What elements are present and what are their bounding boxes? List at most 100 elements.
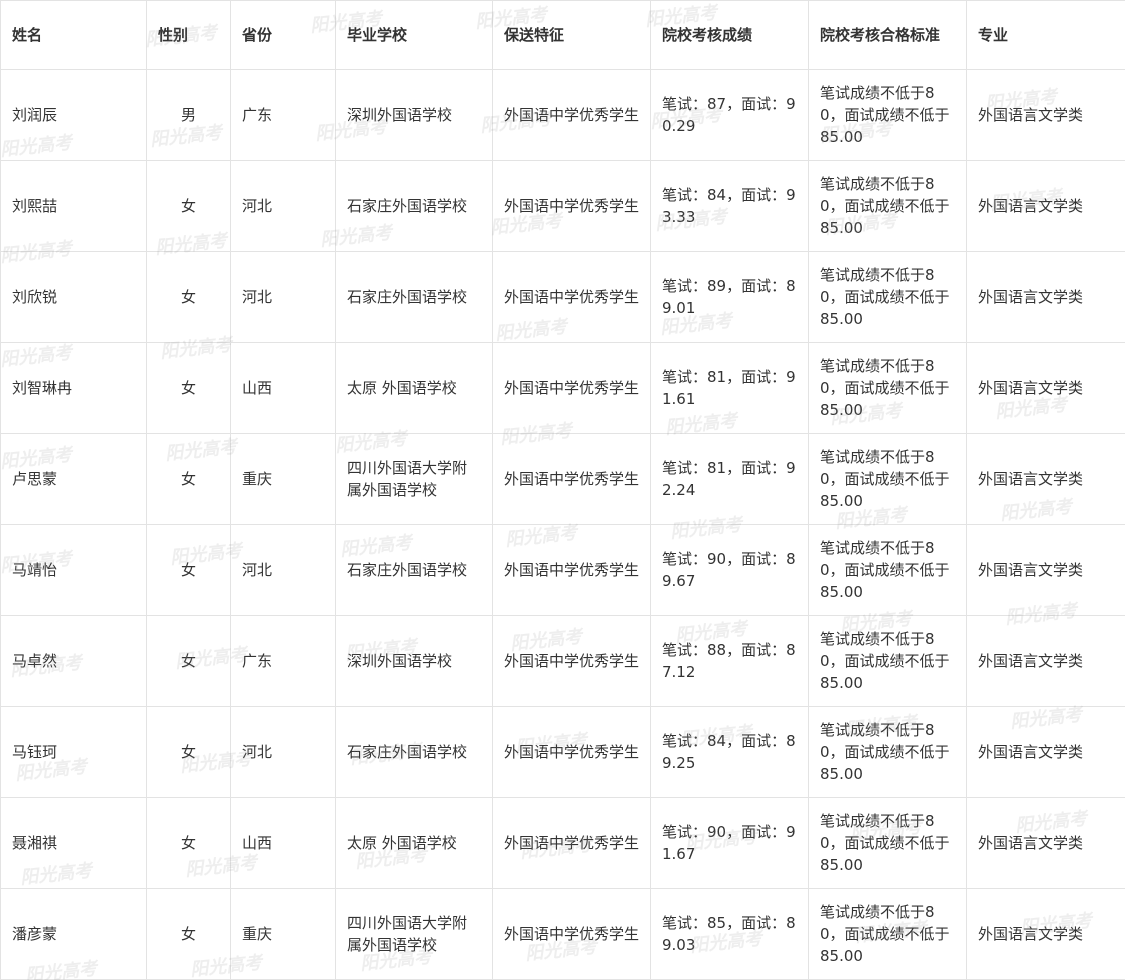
cell-province: 河北 <box>230 251 336 343</box>
cell-name: 刘润辰 <box>0 69 147 161</box>
cell-recommendation-type: 外国语中学优秀学生 <box>492 160 651 252</box>
cell-recommendation-type: 外国语中学优秀学生 <box>492 615 651 707</box>
cell-gender: 女 <box>146 888 231 980</box>
table-row: 马靖怡 女 河北 石家庄外国语学校 外国语中学优秀学生 笔试：90，面试：89.… <box>0 524 1125 616</box>
cell-major: 外国语言文学类 <box>966 251 1125 343</box>
cell-major: 外国语言文学类 <box>966 615 1125 707</box>
cell-major: 外国语言文学类 <box>966 524 1125 616</box>
cell-school: 深圳外国语学校 <box>335 69 493 161</box>
cell-assessment-score: 笔试：81，面试：92.24 <box>650 433 809 525</box>
header-pass-standard: 院校考核合格标准 <box>808 0 967 70</box>
cell-school: 四川外国语大学附属外国语学校 <box>335 433 493 525</box>
cell-major: 外国语言文学类 <box>966 342 1125 434</box>
cell-assessment-score: 笔试：81，面试：91.61 <box>650 342 809 434</box>
cell-school: 石家庄外国语学校 <box>335 160 493 252</box>
table-row: 刘欣锐 女 河北 石家庄外国语学校 外国语中学优秀学生 笔试：89，面试：89.… <box>0 251 1125 343</box>
header-school: 毕业学校 <box>335 0 493 70</box>
cell-province: 河北 <box>230 706 336 798</box>
cell-province: 山西 <box>230 342 336 434</box>
cell-major: 外国语言文学类 <box>966 706 1125 798</box>
cell-gender: 女 <box>146 160 231 252</box>
cell-pass-standard: 笔试成绩不低于80，面试成绩不低于85.00 <box>808 69 967 161</box>
table-row: 潘彦蒙 女 重庆 四川外国语大学附属外国语学校 外国语中学优秀学生 笔试：85，… <box>0 888 1125 980</box>
cell-recommendation-type: 外国语中学优秀学生 <box>492 69 651 161</box>
admission-roster-table: 姓名 性别 省份 毕业学校 保送特征 院校考核成绩 院校考核合格标准 专业 刘润… <box>0 0 1125 980</box>
cell-recommendation-type: 外国语中学优秀学生 <box>492 524 651 616</box>
cell-name: 潘彦蒙 <box>0 888 147 980</box>
cell-pass-standard: 笔试成绩不低于80，面试成绩不低于85.00 <box>808 433 967 525</box>
cell-major: 外国语言文学类 <box>966 69 1125 161</box>
cell-major: 外国语言文学类 <box>966 797 1125 889</box>
cell-gender: 女 <box>146 797 231 889</box>
cell-major: 外国语言文学类 <box>966 433 1125 525</box>
cell-assessment-score: 笔试：89，面试：89.01 <box>650 251 809 343</box>
cell-assessment-score: 笔试：88，面试：87.12 <box>650 615 809 707</box>
table-row: 马卓然 女 广东 深圳外国语学校 外国语中学优秀学生 笔试：88，面试：87.1… <box>0 615 1125 707</box>
cell-name: 聂湘祺 <box>0 797 147 889</box>
cell-name: 卢思蒙 <box>0 433 147 525</box>
cell-school: 石家庄外国语学校 <box>335 706 493 798</box>
cell-province: 重庆 <box>230 888 336 980</box>
cell-province: 河北 <box>230 160 336 252</box>
cell-recommendation-type: 外国语中学优秀学生 <box>492 888 651 980</box>
cell-assessment-score: 笔试：85，面试：89.03 <box>650 888 809 980</box>
header-gender: 性别 <box>146 0 231 70</box>
cell-school: 太原 外国语学校 <box>335 342 493 434</box>
cell-recommendation-type: 外国语中学优秀学生 <box>492 706 651 798</box>
cell-recommendation-type: 外国语中学优秀学生 <box>492 433 651 525</box>
cell-gender: 女 <box>146 251 231 343</box>
header-major: 专业 <box>966 0 1125 70</box>
table-row: 马钰珂 女 河北 石家庄外国语学校 外国语中学优秀学生 笔试：84，面试：89.… <box>0 706 1125 798</box>
header-name: 姓名 <box>0 0 147 70</box>
cell-name: 马靖怡 <box>0 524 147 616</box>
cell-assessment-score: 笔试：84，面试：93.33 <box>650 160 809 252</box>
cell-province: 广东 <box>230 69 336 161</box>
cell-pass-standard: 笔试成绩不低于80，面试成绩不低于85.00 <box>808 251 967 343</box>
cell-gender: 女 <box>146 615 231 707</box>
cell-pass-standard: 笔试成绩不低于80，面试成绩不低于85.00 <box>808 797 967 889</box>
cell-school: 石家庄外国语学校 <box>335 251 493 343</box>
cell-recommendation-type: 外国语中学优秀学生 <box>492 797 651 889</box>
header-province: 省份 <box>230 0 336 70</box>
cell-pass-standard: 笔试成绩不低于80，面试成绩不低于85.00 <box>808 615 967 707</box>
cell-school: 石家庄外国语学校 <box>335 524 493 616</box>
cell-recommendation-type: 外国语中学优秀学生 <box>492 342 651 434</box>
cell-pass-standard: 笔试成绩不低于80，面试成绩不低于85.00 <box>808 160 967 252</box>
cell-province: 广东 <box>230 615 336 707</box>
cell-assessment-score: 笔试：87，面试：90.29 <box>650 69 809 161</box>
cell-name: 刘欣锐 <box>0 251 147 343</box>
cell-name: 马钰珂 <box>0 706 147 798</box>
cell-gender: 男 <box>146 69 231 161</box>
cell-province: 河北 <box>230 524 336 616</box>
cell-province: 山西 <box>230 797 336 889</box>
header-recommendation-type: 保送特征 <box>492 0 651 70</box>
cell-name: 刘智琳冉 <box>0 342 147 434</box>
cell-name: 刘熙喆 <box>0 160 147 252</box>
cell-gender: 女 <box>146 524 231 616</box>
cell-gender: 女 <box>146 342 231 434</box>
cell-major: 外国语言文学类 <box>966 160 1125 252</box>
cell-name: 马卓然 <box>0 615 147 707</box>
cell-pass-standard: 笔试成绩不低于80，面试成绩不低于85.00 <box>808 342 967 434</box>
table-row: 刘润辰 男 广东 深圳外国语学校 外国语中学优秀学生 笔试：87，面试：90.2… <box>0 69 1125 161</box>
cell-gender: 女 <box>146 433 231 525</box>
table-row: 聂湘祺 女 山西 太原 外国语学校 外国语中学优秀学生 笔试：90，面试：91.… <box>0 797 1125 889</box>
cell-recommendation-type: 外国语中学优秀学生 <box>492 251 651 343</box>
cell-province: 重庆 <box>230 433 336 525</box>
cell-major: 外国语言文学类 <box>966 888 1125 980</box>
header-row: 姓名 性别 省份 毕业学校 保送特征 院校考核成绩 院校考核合格标准 专业 <box>0 0 1125 70</box>
cell-pass-standard: 笔试成绩不低于80，面试成绩不低于85.00 <box>808 888 967 980</box>
cell-gender: 女 <box>146 706 231 798</box>
table-row: 刘熙喆 女 河北 石家庄外国语学校 外国语中学优秀学生 笔试：84，面试：93.… <box>0 160 1125 252</box>
cell-school: 深圳外国语学校 <box>335 615 493 707</box>
cell-school: 四川外国语大学附属外国语学校 <box>335 888 493 980</box>
header-assessment-score: 院校考核成绩 <box>650 0 809 70</box>
table-row: 卢思蒙 女 重庆 四川外国语大学附属外国语学校 外国语中学优秀学生 笔试：81，… <box>0 433 1125 525</box>
table-row: 刘智琳冉 女 山西 太原 外国语学校 外国语中学优秀学生 笔试：81，面试：91… <box>0 342 1125 434</box>
cell-school: 太原 外国语学校 <box>335 797 493 889</box>
cell-assessment-score: 笔试：90，面试：89.67 <box>650 524 809 616</box>
cell-assessment-score: 笔试：90，面试：91.67 <box>650 797 809 889</box>
cell-assessment-score: 笔试：84，面试：89.25 <box>650 706 809 798</box>
cell-pass-standard: 笔试成绩不低于80，面试成绩不低于85.00 <box>808 524 967 616</box>
cell-pass-standard: 笔试成绩不低于80，面试成绩不低于85.00 <box>808 706 967 798</box>
